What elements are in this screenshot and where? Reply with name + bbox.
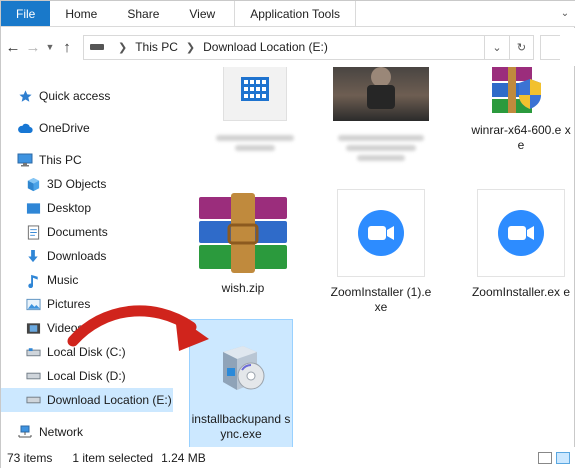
file-label: winrar-x64-600.e xe <box>471 123 571 152</box>
music-icon <box>25 272 41 288</box>
sidebar-item-3d-objects[interactable]: 3D Objects <box>1 172 173 196</box>
sidebar-item-local-disk-d[interactable]: Local Disk (D:) <box>1 364 173 388</box>
desktop-icon <box>25 200 41 216</box>
view-toggles <box>538 452 570 464</box>
videos-icon <box>25 320 41 336</box>
network-icon <box>17 424 33 440</box>
winrar-icon <box>486 67 556 117</box>
blurred-label <box>216 135 294 141</box>
address-controls: ⌄ ↻ <box>485 34 534 60</box>
file-item[interactable] <box>203 67 307 155</box>
file-label: ZoomInstaller.ex e <box>471 285 571 299</box>
documents-icon <box>25 224 41 240</box>
tab-file[interactable]: File <box>1 1 51 26</box>
status-bar: 73 items 1 item selected 1.24 MB <box>1 447 575 468</box>
sidebar-item-label: Quick access <box>39 89 111 103</box>
drive-icon <box>25 368 41 384</box>
sidebar-item-label: Local Disk (D:) <box>47 369 126 383</box>
sidebar-item-documents[interactable]: Documents <box>1 220 173 244</box>
file-item-wish-zip[interactable]: wish.zip <box>191 189 295 296</box>
file-item[interactable] <box>329 67 433 165</box>
star-icon <box>17 88 33 104</box>
refresh-icon[interactable]: ↻ <box>509 35 533 59</box>
back-button[interactable]: ← <box>3 35 23 59</box>
download-icon <box>25 248 41 264</box>
sidebar-item-label: Documents <box>47 225 108 239</box>
sidebar-item-label: This PC <box>39 153 82 167</box>
chevron-down-icon[interactable]: ⌄ <box>485 36 509 59</box>
tab-share[interactable]: Share <box>112 1 174 26</box>
blurred-label <box>346 145 416 151</box>
sidebar-item-music[interactable]: Music <box>1 268 173 292</box>
installer-icon <box>211 338 271 398</box>
search-input[interactable] <box>540 34 560 60</box>
sidebar-item-label: Local Disk (C:) <box>47 345 126 359</box>
item-count: 73 items <box>7 451 53 465</box>
sidebar-item-label: Download Location (E:) <box>47 393 172 407</box>
drive-icon <box>25 392 41 408</box>
ribbon: File Home Share View Application Tools ⌄ <box>1 1 575 27</box>
cube-icon <box>25 176 41 192</box>
sidebar-item-network[interactable]: Network <box>1 420 173 444</box>
sidebar-item-downloads[interactable]: Downloads <box>1 244 173 268</box>
zoom-icon <box>337 189 425 277</box>
blurred-label <box>357 155 405 161</box>
pictures-icon <box>25 296 41 312</box>
blurred-label <box>338 135 424 141</box>
forward-button[interactable]: → <box>23 35 43 59</box>
tab-application-tools[interactable]: Application Tools <box>234 1 357 26</box>
zip-icon <box>195 189 291 277</box>
photo-thumbnail <box>333 67 429 121</box>
breadcrumb-download-location[interactable]: Download Location (E:) <box>203 40 328 54</box>
sidebar-item-download-location[interactable]: Download Location (E:) <box>1 388 173 412</box>
sidebar-item-quick-access[interactable]: Quick access <box>1 84 173 108</box>
zoom-icon <box>477 189 565 277</box>
blurred-label <box>235 145 275 151</box>
large-icons-view-icon[interactable] <box>556 452 570 464</box>
sidebar-item-label: Downloads <box>47 249 107 263</box>
address-bar[interactable]: ❯ This PC ❯ Download Location (E:) <box>83 34 485 60</box>
up-button[interactable]: ↑ <box>57 35 77 59</box>
chevron-right-icon: ❯ <box>185 41 196 54</box>
recent-locations-button[interactable]: ▼ <box>43 35 57 59</box>
sidebar-item-pictures[interactable]: Pictures <box>1 292 173 316</box>
selection-size: 1.24 MB <box>161 451 206 465</box>
sidebar-item-local-disk-c[interactable]: Local Disk (C:) <box>1 340 173 364</box>
file-item-zoominstaller-1[interactable]: ZoomInstaller (1).exe <box>329 189 433 315</box>
file-item-zoominstaller[interactable]: ZoomInstaller.ex e <box>469 189 573 300</box>
sidebar-item-label: Network <box>39 425 84 439</box>
sidebar-item-videos[interactable]: Videos <box>1 316 173 340</box>
file-label: wish.zip <box>221 281 265 295</box>
drive-icon <box>25 344 41 360</box>
app-icon <box>223 67 287 121</box>
tab-home[interactable]: Home <box>50 1 112 26</box>
drive-icon <box>90 44 104 50</box>
chevron-right-icon: ❯ <box>118 41 128 54</box>
sidebar-item-label: 3D Objects <box>47 177 107 191</box>
navigation-pane: Quick access OneDrive This PC 3D Objects… <box>1 67 173 447</box>
file-list: winrar-x64-600.e xe wish.zip ZoomInstall… <box>177 67 575 447</box>
sidebar-item-desktop[interactable]: Desktop <box>1 196 173 220</box>
sidebar-item-label: Videos <box>47 321 84 335</box>
selection-count: 1 item selected <box>72 451 154 465</box>
sidebar-item-label: Music <box>47 273 79 287</box>
tab-view[interactable]: View <box>174 1 230 26</box>
expand-ribbon-icon[interactable]: ⌄ <box>554 1 575 26</box>
breadcrumb-this-pc[interactable]: This PC <box>135 40 178 54</box>
file-label: installbackupand sync.exe <box>191 412 291 441</box>
sidebar-item-onedrive[interactable]: OneDrive <box>1 116 173 140</box>
file-label: ZoomInstaller (1).exe <box>330 285 432 314</box>
file-item-winrar[interactable]: winrar-x64-600.e xe <box>469 67 573 153</box>
sidebar-item-this-pc[interactable]: This PC <box>1 148 173 172</box>
sidebar-item-label: Desktop <box>47 201 92 215</box>
file-item-installbackupandsync[interactable]: installbackupand sync.exe <box>189 319 293 447</box>
address-row: ← → ▼ ↑ ❯ This PC ❯ Download Location (E… <box>1 28 575 66</box>
cloud-icon <box>17 120 33 136</box>
details-view-icon[interactable] <box>538 452 552 464</box>
sidebar-item-label: OneDrive <box>39 121 90 135</box>
sidebar-item-label: Pictures <box>47 297 91 311</box>
monitor-icon <box>17 152 33 168</box>
